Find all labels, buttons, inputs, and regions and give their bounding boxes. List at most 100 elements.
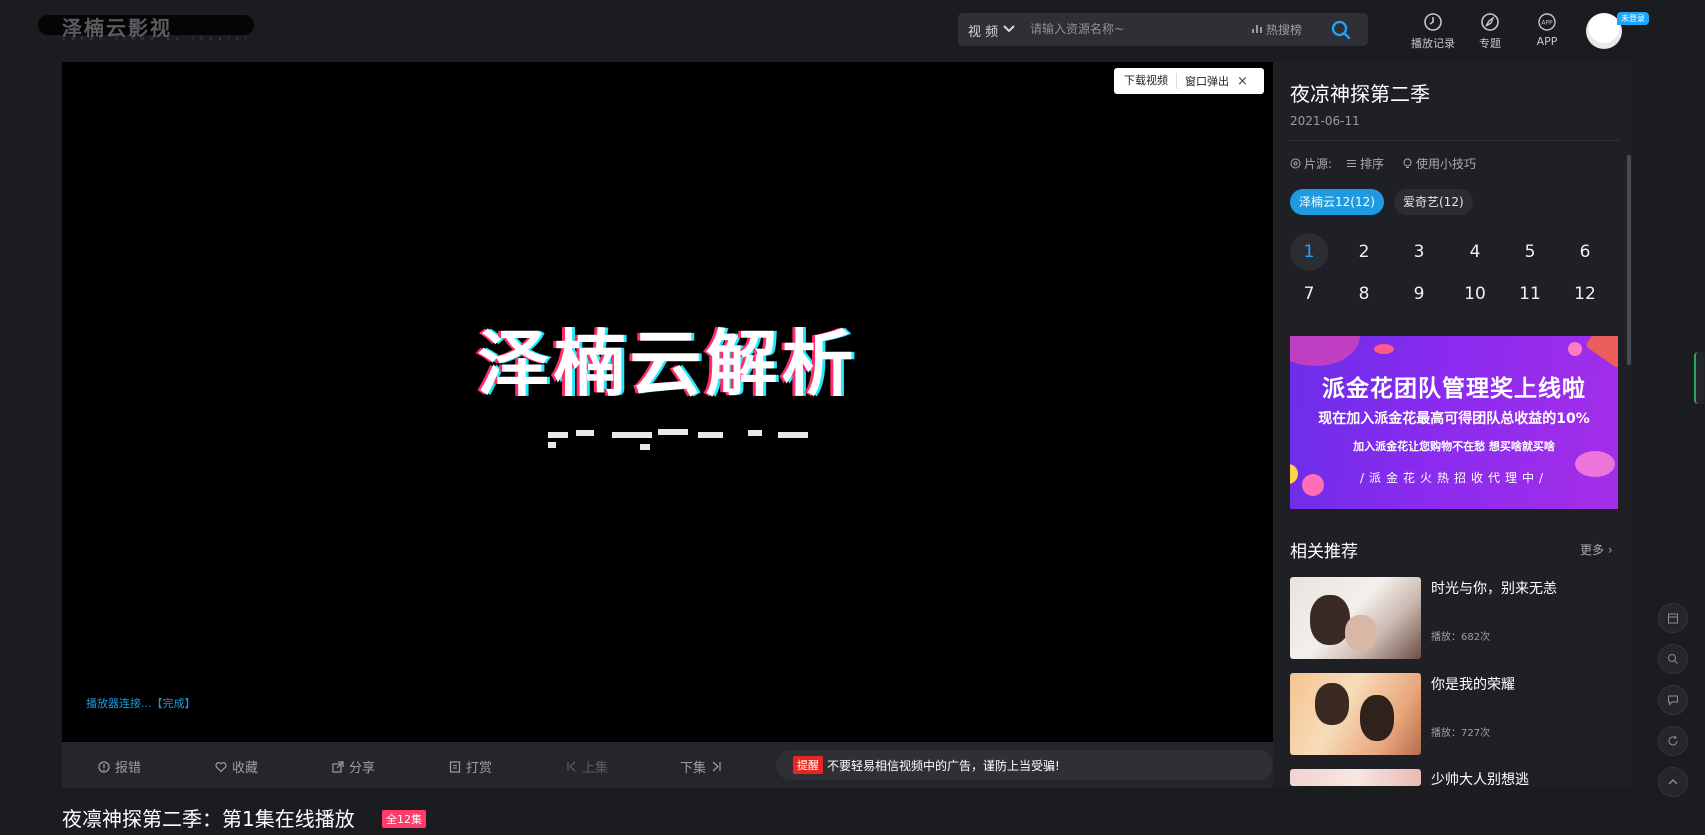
app-icon: APP (1538, 13, 1556, 31)
alert-icon (98, 760, 110, 773)
search-input[interactable] (1028, 17, 1228, 41)
nav-app[interactable]: APP APP (1519, 12, 1575, 48)
site-logo-subtitle: Zenan cloud av theater (62, 36, 253, 42)
previous-episode-button[interactable]: 上集 (566, 757, 608, 776)
thumbnail-figure (1310, 595, 1350, 645)
message-icon (1668, 695, 1678, 706)
related-item-title[interactable]: 少帅大人别想逃 (1431, 769, 1529, 789)
ad-decoration (1290, 336, 1360, 366)
source-tab-iqiyi[interactable]: 爱奇艺(12) (1394, 189, 1473, 215)
reward-label: 打赏 (466, 761, 493, 776)
chevron-right-icon: › (1607, 543, 1613, 557)
refresh-icon (1668, 735, 1678, 746)
episode-button[interactable]: 9 (1400, 275, 1438, 313)
refresh-button[interactable] (1658, 726, 1688, 756)
player-splash-title: 泽楠云解析 (477, 322, 858, 406)
ad-subline: 加入派金花让您购物不在愁 想买啥就买啥 (1353, 440, 1555, 453)
episode-count-badge: 全12集 (382, 810, 426, 828)
next-icon (712, 761, 721, 772)
notice-banner: 提醒 不要轻易相信视频中的广告，谨防上当受骗! (776, 750, 1273, 780)
ad-decoration (1568, 342, 1582, 356)
show-title: 夜凉神探第二季 (1290, 82, 1430, 106)
episode-button[interactable]: 7 (1290, 275, 1328, 313)
hot-search-link[interactable]: 热搜榜 (1266, 21, 1302, 38)
related-thumbnail[interactable] (1290, 577, 1421, 659)
related-more-link[interactable]: 更多 › (1580, 541, 1613, 558)
episode-button[interactable]: 2 (1345, 233, 1383, 271)
next-episode-label: 下集 (680, 761, 707, 776)
sort-button[interactable]: 排序 (1346, 155, 1384, 172)
divider (1290, 140, 1620, 141)
reward-button[interactable]: 打赏 (449, 757, 492, 776)
login-status-badge[interactable]: 未登录 (1617, 12, 1649, 25)
related-thumbnail[interactable] (1290, 769, 1421, 786)
player-status-text: 播放器连接...【完成】 (86, 697, 196, 710)
ad-banner[interactable]: 派金花团队管理奖上线啦 现在加入派金花最高可得团队总收益的10% 加入派金花让您… (1290, 336, 1618, 509)
download-video-button[interactable]: 下载视频 (1114, 73, 1177, 89)
calendar-icon (1668, 613, 1678, 624)
ad-decoration (1585, 336, 1618, 369)
thumbnail-figure (1345, 615, 1377, 651)
list-icon (1347, 160, 1356, 167)
bar-chart-icon (1252, 25, 1262, 33)
related-item-title[interactable]: 时光与你，别来无恙 (1431, 578, 1557, 598)
lightbulb-icon (1403, 158, 1412, 168)
nav-app-label: APP (1536, 35, 1558, 48)
tips-button[interactable]: 使用小技巧 (1402, 155, 1476, 172)
calendar-button[interactable] (1658, 603, 1688, 633)
episode-button[interactable]: 5 (1511, 233, 1549, 271)
chevron-down-icon[interactable] (1001, 22, 1017, 36)
share-icon (332, 760, 344, 773)
episode-button[interactable]: 11 (1511, 275, 1549, 313)
clock-icon (1424, 13, 1442, 31)
reward-icon (449, 760, 461, 773)
nav-topics[interactable]: 专题 (1462, 12, 1518, 51)
thumbnail-figure (1360, 695, 1394, 741)
heart-icon (215, 761, 227, 772)
episode-button[interactable]: 4 (1456, 233, 1494, 271)
close-icon[interactable]: × (1237, 74, 1248, 89)
source-label-text: 片源: (1304, 157, 1333, 171)
share-button[interactable]: 分享 (332, 757, 375, 776)
feedback-button[interactable] (1658, 685, 1688, 715)
tips-label: 使用小技巧 (1416, 157, 1477, 171)
related-item-plays: 播放：727次 (1431, 728, 1491, 739)
player-popup-bar: 下载视频 窗口弹出 × (1114, 68, 1264, 94)
show-date: 2021-06-11 (1290, 114, 1360, 128)
related-thumbnail[interactable] (1290, 673, 1421, 755)
side-panel-scrollbar[interactable] (1627, 155, 1631, 365)
page-title: 夜凛神探第二季：第1集在线播放 (62, 807, 355, 831)
back-to-top-button[interactable] (1658, 767, 1688, 797)
related-item-title[interactable]: 你是我的荣耀 (1431, 674, 1515, 694)
episode-button[interactable]: 6 (1566, 233, 1604, 271)
episode-button[interactable]: 8 (1345, 275, 1383, 313)
favorite-button[interactable]: 收藏 (215, 757, 258, 776)
search-float-button[interactable] (1658, 644, 1688, 674)
nav-history[interactable]: 播放记录 (1405, 12, 1461, 51)
source-icon (1290, 158, 1301, 169)
report-error-button[interactable]: 报错 (98, 757, 141, 776)
nav-history-label: 播放记录 (1411, 37, 1455, 50)
thumbnail-figure (1315, 683, 1349, 725)
ad-decoration (1374, 344, 1394, 354)
related-item-plays: 播放：682次 (1431, 632, 1491, 643)
edge-side-tab[interactable] (1694, 352, 1705, 404)
search-type-select[interactable]: 视 频 (968, 21, 998, 40)
popout-window-button[interactable]: 窗口弹出 (1177, 73, 1237, 89)
prev-icon (567, 761, 576, 772)
search-icon (1668, 654, 1678, 664)
episode-button[interactable]: 10 (1456, 275, 1494, 313)
nav-topics-label: 专题 (1479, 37, 1501, 50)
ad-tagline: /派金花火热招收代理中/ (1359, 471, 1549, 485)
search-icon[interactable] (1330, 19, 1352, 41)
sort-label: 排序 (1360, 157, 1385, 171)
next-episode-button[interactable]: 下集 (680, 757, 722, 776)
report-error-label: 报错 (115, 761, 142, 776)
episode-button[interactable]: 12 (1566, 275, 1604, 313)
episode-button[interactable]: 1 (1290, 233, 1328, 271)
chevron-up-icon (1668, 779, 1678, 785)
episode-button[interactable]: 3 (1400, 233, 1438, 271)
ad-subline: 现在加入派金花最高可得团队总收益的10% (1318, 411, 1590, 427)
previous-episode-label: 上集 (582, 761, 609, 776)
source-tab-zenan[interactable]: 泽楠云12(12) (1290, 189, 1384, 215)
